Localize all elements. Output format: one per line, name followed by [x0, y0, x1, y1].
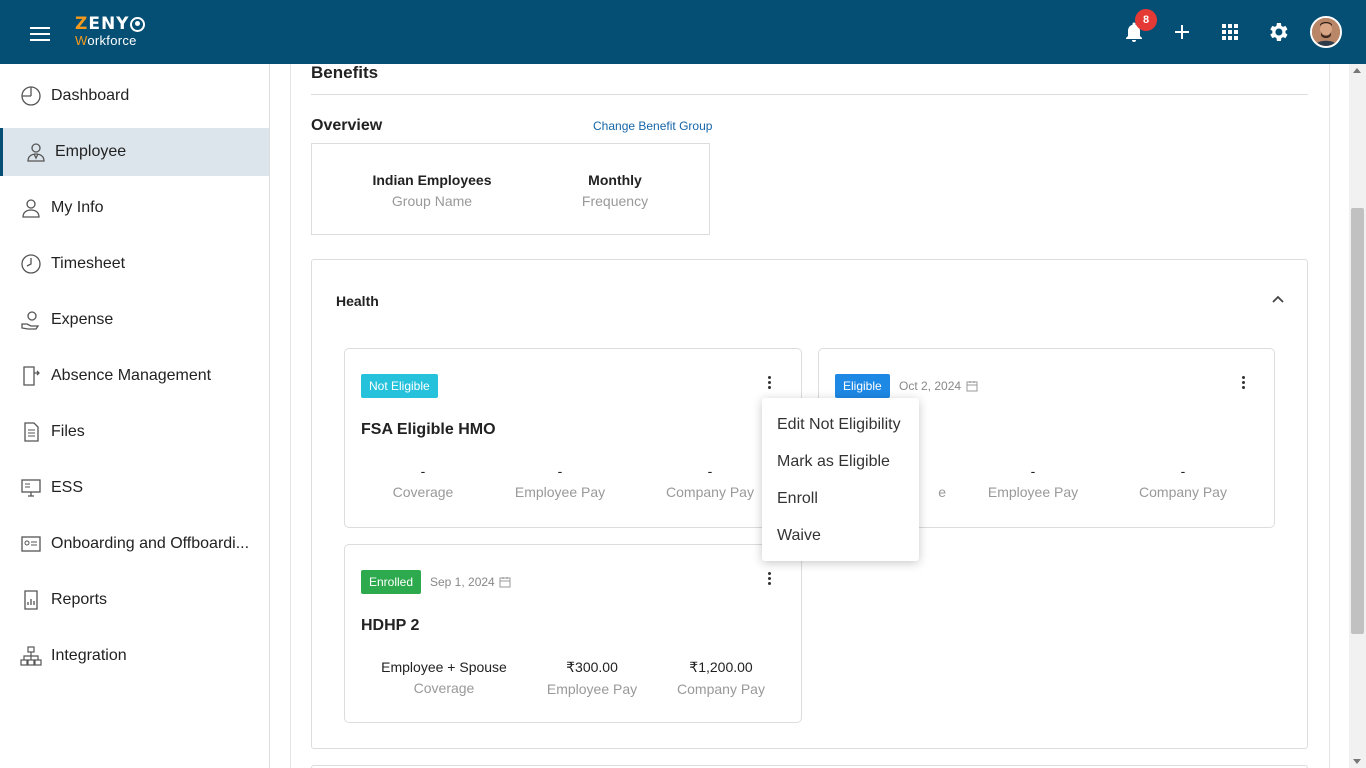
more-options-icon[interactable]	[763, 375, 775, 393]
dashboard-icon	[21, 86, 41, 106]
overview-heading: Overview	[311, 117, 383, 134]
avatar[interactable]	[1310, 16, 1342, 48]
employee-icon	[27, 143, 45, 162]
hierarchy-icon	[20, 646, 42, 666]
top-app-bar: Z ENY Workforce 8	[0, 0, 1366, 64]
context-menu: Edit Not Eligibility Mark as Eligible En…	[762, 398, 919, 561]
ess-icon	[21, 479, 41, 497]
user-photo-icon	[1312, 18, 1340, 46]
sidebar-nav: Dashboard Employee My Info Timesheet Exp…	[0, 64, 270, 768]
plan-name: FSA Eligible HMO	[361, 421, 496, 438]
health-title: Health	[336, 293, 379, 309]
company-pay-stat: - Company Pay	[666, 463, 754, 500]
sidebar-item-reports[interactable]: Reports	[0, 576, 269, 624]
group-name-value: Indian Employees	[372, 172, 492, 188]
sidebar-item-onboarding[interactable]: Onboarding and Offboardi...	[0, 520, 269, 568]
scroll-down-arrow-icon[interactable]	[1353, 759, 1361, 764]
report-icon	[24, 590, 38, 610]
sidebar-item-absence-management[interactable]: Absence Management	[0, 352, 269, 400]
sidebar-item-label: Employee	[55, 143, 127, 160]
employee-pay-stat: - Employee Pay	[514, 463, 606, 500]
date-label: Sep 1, 2024	[430, 575, 495, 589]
status-badge: Enrolled	[361, 570, 422, 594]
notification-badge: 8	[1135, 9, 1157, 31]
coverage-stat: Employee + Spouse Coverage	[381, 659, 507, 696]
page-title: Benefits	[311, 63, 379, 82]
plus-icon[interactable]	[1170, 20, 1194, 44]
date-label: Oct 2, 2024	[899, 379, 962, 393]
sidebar-item-label: Dashboard	[51, 87, 130, 104]
chevron-up-icon[interactable]	[1270, 291, 1286, 307]
menu-item-mark-as-eligible[interactable]: Mark as Eligible	[762, 443, 919, 480]
status-badge: Not Eligible	[361, 374, 438, 398]
menu-item-edit-not-eligibility[interactable]: Edit Not Eligibility	[762, 406, 919, 443]
sidebar-item-label: My Info	[51, 199, 104, 216]
door-icon	[23, 366, 40, 386]
sidebar-item-label: Onboarding and Offboardi...	[51, 535, 250, 552]
company-pay-stat: - Company Pay	[1139, 463, 1227, 500]
group-name-label: Group Name	[391, 193, 473, 209]
user-icon	[22, 199, 40, 218]
sidebar-item-label: Absence Management	[51, 367, 212, 384]
frequency-field: Monthly Frequency	[565, 172, 665, 209]
sidebar-item-integration[interactable]: Integration	[0, 632, 269, 680]
frequency-value: Monthly	[588, 172, 642, 188]
group-name-field: Indian Employees Group Name	[353, 172, 511, 209]
sidebar-item-label: ESS	[51, 479, 84, 496]
app-logo[interactable]: Z ENY Workforce	[75, 16, 146, 47]
employee-pay-stat: - Employee Pay	[987, 463, 1079, 500]
sidebar-item-timesheet[interactable]: Timesheet	[0, 240, 269, 288]
gear-icon[interactable]	[1266, 20, 1290, 44]
menu-icon[interactable]	[30, 27, 50, 41]
employee-pay-stat: ₹300.00 Employee Pay	[546, 659, 638, 697]
sidebar-item-label: Expense	[51, 311, 114, 328]
sidebar-item-label: Timesheet	[51, 255, 126, 272]
calendar-icon[interactable]	[966, 380, 978, 392]
sidebar-item-label: Files	[51, 423, 85, 440]
sidebar-item-ess[interactable]: ESS	[0, 464, 269, 512]
scrollbar-thumb[interactable]	[1351, 208, 1364, 634]
calendar-icon[interactable]	[499, 576, 511, 588]
scroll-up-arrow-icon[interactable]	[1353, 68, 1361, 73]
sidebar-item-label: Reports	[51, 591, 108, 608]
sidebar-item-my-info[interactable]: My Info	[0, 184, 269, 232]
plan-name: HDHP 2	[361, 617, 420, 634]
sidebar-item-label: Integration	[51, 647, 127, 664]
change-benefit-group-link[interactable]: Change Benefit Group	[593, 119, 712, 133]
more-options-icon[interactable]	[763, 571, 775, 589]
coverage-stat: - Coverage	[392, 463, 454, 500]
menu-item-waive[interactable]: Waive	[762, 517, 919, 554]
clock-icon	[21, 254, 41, 274]
company-pay-stat: ₹1,200.00 Company Pay	[677, 659, 765, 697]
scrollbar[interactable]	[1349, 64, 1366, 768]
menu-item-enroll[interactable]: Enroll	[762, 480, 919, 517]
sidebar-item-dashboard[interactable]: Dashboard	[0, 72, 269, 120]
status-badge: Eligible	[835, 374, 890, 398]
expense-icon	[21, 311, 40, 330]
id-card-icon	[21, 536, 41, 552]
more-options-icon[interactable]	[1237, 375, 1249, 393]
sidebar-item-expense[interactable]: Expense	[0, 296, 269, 344]
overview-card: Indian Employees Group Name Monthly Freq…	[311, 143, 710, 235]
apps-grid-icon[interactable]	[1218, 20, 1242, 44]
frequency-label: Frequency	[581, 193, 649, 209]
divider	[311, 94, 1308, 95]
file-icon	[24, 422, 39, 442]
sidebar-item-files[interactable]: Files	[0, 408, 269, 456]
sidebar-item-employee[interactable]: Employee	[0, 128, 269, 176]
